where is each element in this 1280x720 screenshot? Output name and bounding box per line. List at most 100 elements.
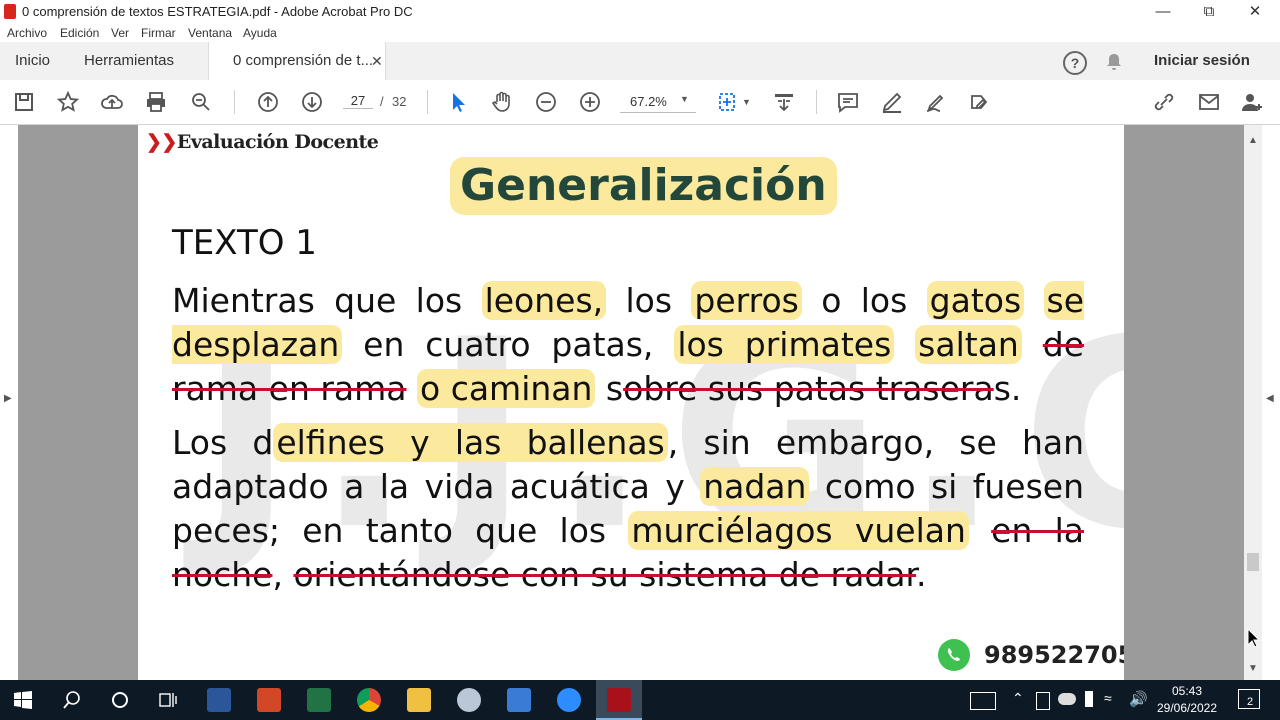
add-user-icon[interactable] [1238, 88, 1266, 116]
upload-cloud-icon[interactable] [98, 88, 126, 116]
vertical-scrollbar[interactable]: ▲ ▼ [1244, 125, 1262, 680]
star-icon[interactable] [54, 88, 82, 116]
highlighted-text: leones, [481, 281, 607, 320]
calculator-icon[interactable] [507, 688, 531, 712]
keyboard-icon[interactable] [970, 692, 996, 710]
menu-firmar[interactable]: Firmar [141, 26, 176, 40]
menu-edicion[interactable]: Edición [60, 26, 99, 40]
fit-dropdown-icon[interactable]: ▼ [742, 97, 751, 107]
notification-count: 2 [1247, 696, 1254, 708]
tab-inicio[interactable]: Inicio [15, 42, 50, 80]
find-zoom-icon[interactable] [187, 88, 215, 116]
document-viewer[interactable]: ▶ J.J.G.G. ❯❯Evaluación Docente Generali… [0, 125, 1280, 680]
restore-button[interactable]: ⧉ [1186, 2, 1232, 22]
menu-ventana[interactable]: Ventana [188, 26, 232, 40]
menu-archivo[interactable]: Archivo [7, 26, 47, 40]
system-clock[interactable]: 05:43 29/06/2022 [1150, 683, 1224, 717]
pdf-page: J.J.G.G. ❯❯Evaluación Docente Generaliza… [138, 125, 1124, 680]
page-number-input[interactable]: 27 [343, 93, 373, 109]
chevron-down-icon: ▼ [680, 94, 689, 104]
tray-chevron-icon[interactable]: ⌃ [1012, 690, 1024, 707]
highlighted-text: murciélagos vuelan [628, 511, 969, 550]
expand-right-icon[interactable]: ◀ [1266, 393, 1274, 404]
select-arrow-icon[interactable] [444, 88, 472, 116]
right-panel-toggle[interactable]: ◀ [1262, 125, 1280, 680]
highlighted-text: los primates [674, 325, 895, 364]
fit-page-icon[interactable] [714, 88, 742, 116]
chrome-icon[interactable] [357, 688, 381, 712]
brand-logo: ❯❯Evaluación Docente [146, 131, 379, 153]
close-tab-icon[interactable]: ✕ [371, 42, 383, 80]
scrollbar-thumb[interactable] [1247, 553, 1259, 571]
onedrive-icon[interactable] [1058, 693, 1076, 705]
tab-herramientas[interactable]: Herramientas [84, 42, 174, 80]
cortana-icon[interactable] [110, 690, 130, 710]
zoom-in-icon[interactable] [576, 88, 604, 116]
minimize-button[interactable]: — [1140, 2, 1186, 22]
clock-date: 29/06/2022 [1156, 701, 1218, 715]
toolbar-separator [234, 90, 235, 114]
next-page-icon[interactable] [298, 88, 326, 116]
tab-document-label: 0 comprensión de t... [233, 52, 374, 69]
clock-time: 05:43 [1171, 684, 1203, 698]
highlighted-text: saltan [915, 325, 1022, 364]
zoom-out-icon[interactable] [532, 88, 560, 116]
zoom-app-icon[interactable] [557, 688, 581, 712]
hand-tool-icon[interactable] [488, 88, 516, 116]
paragraph-1: Mientras que los leones, los perros o lo… [172, 279, 1085, 411]
texto-title: TEXTO 1 [172, 223, 317, 263]
menu-ayuda[interactable]: Ayuda [243, 26, 277, 40]
paint-icon[interactable] [457, 688, 481, 712]
battery-icon[interactable] [1085, 691, 1093, 707]
tab-document[interactable]: 0 comprensión de t... ✕ [208, 42, 386, 81]
device-icon[interactable] [1036, 692, 1050, 710]
paragraph-text: Mientras que los [172, 281, 482, 320]
word-icon[interactable] [207, 688, 231, 712]
scroll-mode-icon[interactable] [770, 88, 798, 116]
highlighted-text: perros [691, 281, 802, 320]
zoom-select[interactable]: 67.2% ▼ [620, 90, 696, 113]
scroll-up-icon[interactable]: ▲ [1248, 135, 1258, 146]
file-explorer-icon[interactable] [407, 688, 431, 712]
excel-icon[interactable] [307, 688, 331, 712]
close-button[interactable]: ✕ [1232, 2, 1278, 22]
mouse-cursor-icon [1247, 628, 1261, 648]
expand-left-icon[interactable]: ▶ [4, 393, 12, 404]
windows-start-icon[interactable] [14, 691, 32, 709]
tab-bar: Inicio Herramientas 0 comprensión de t..… [0, 42, 1280, 81]
bell-icon[interactable] [1104, 52, 1124, 72]
page-heading: Generalización [450, 157, 837, 215]
toolbar: 27 / 32 67.2% ▼ ▼ [0, 80, 1280, 125]
link-share-icon[interactable] [1150, 88, 1178, 116]
wifi-icon[interactable]: ≈ [1104, 690, 1112, 706]
menu-bar: Archivo Edición Ver Firmar Ventana Ayuda [0, 24, 1280, 42]
powerpoint-icon[interactable] [257, 688, 281, 712]
phone-number: 989522705 [984, 641, 1124, 669]
search-icon[interactable] [62, 690, 82, 710]
mail-icon[interactable] [1195, 88, 1223, 116]
save-icon[interactable] [10, 88, 38, 116]
prev-page-icon[interactable] [254, 88, 282, 116]
paragraph-text: o los [801, 281, 927, 320]
paragraph-2: Los delfines y las ballenas, sin embargo… [172, 421, 1084, 597]
scroll-down-icon[interactable]: ▼ [1248, 663, 1258, 674]
highlight-pen-icon[interactable] [878, 88, 906, 116]
signin-button[interactable]: Iniciar sesión [1154, 42, 1250, 80]
brand-text: Evaluación Docente [176, 131, 379, 153]
volume-icon[interactable]: 🔊 [1129, 690, 1148, 708]
help-icon[interactable]: ? [1063, 51, 1087, 75]
print-icon[interactable] [142, 88, 170, 116]
fill-sign-icon[interactable] [966, 88, 994, 116]
page-separator: / [380, 94, 384, 109]
title-bar: 0 comprensión de textos ESTRATEGIA.pdf -… [0, 0, 1280, 24]
comment-icon[interactable] [834, 88, 862, 116]
acrobat-taskbar-button[interactable] [596, 680, 642, 720]
notifications-icon[interactable]: 2 [1238, 689, 1260, 709]
task-view-icon[interactable] [158, 690, 178, 710]
left-panel-toggle[interactable]: ▶ [0, 125, 18, 680]
sign-pen-icon[interactable] [922, 88, 950, 116]
paragraph-text [894, 325, 915, 364]
paragraph-text: s. [993, 369, 1022, 408]
acrobat-icon [607, 688, 631, 712]
menu-ver[interactable]: Ver [111, 26, 129, 40]
